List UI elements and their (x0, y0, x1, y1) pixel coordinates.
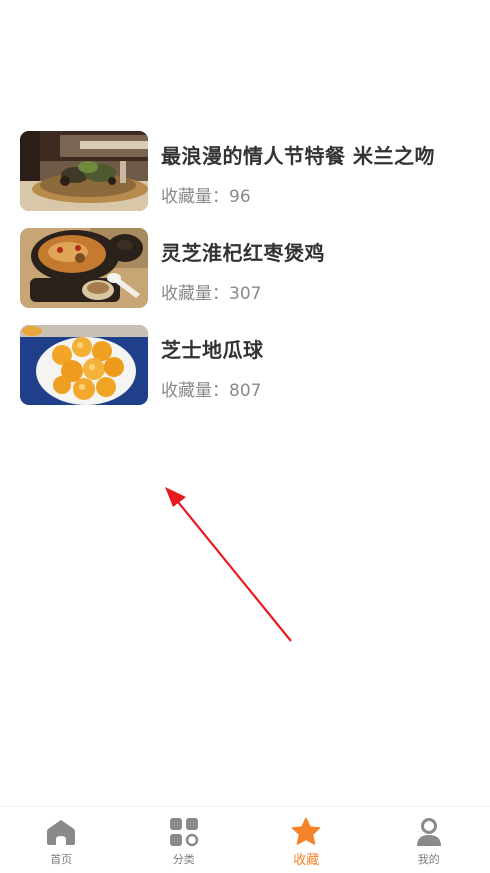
item-favorite-count: 收藏量：807 (161, 376, 261, 401)
dish-plate-image (20, 131, 148, 211)
item-title: 芝士地瓜球 (161, 334, 264, 363)
cheese-sweet-potato-balls-image (20, 325, 148, 405)
category-icon (169, 817, 199, 847)
count-label: 收藏量： (161, 381, 229, 401)
item-favorite-count: 收藏量：307 (161, 279, 261, 304)
soup-pot-image (20, 228, 148, 308)
list-item[interactable]: 最浪漫的情人节特餐 米兰之吻 收藏量：96 (0, 131, 490, 228)
tab-category[interactable]: 分类 (123, 807, 246, 873)
tab-home[interactable]: 首页 (0, 807, 123, 873)
tab-label: 分类 (123, 851, 246, 867)
list-item[interactable]: 灵芝淮杞红枣煲鸡 收藏量：307 (0, 228, 490, 325)
user-icon (414, 817, 444, 847)
star-icon (291, 817, 321, 847)
item-favorite-count: 收藏量：96 (161, 182, 251, 207)
tab-profile[interactable]: 我的 (368, 807, 490, 873)
item-title: 灵芝淮杞红枣煲鸡 (161, 237, 325, 266)
count-value: 307 (229, 284, 261, 304)
count-label: 收藏量： (161, 187, 229, 207)
count-value: 807 (229, 381, 261, 401)
tab-label: 首页 (0, 851, 123, 867)
tab-label: 我的 (368, 851, 490, 867)
tab-favorites[interactable]: 收藏 (245, 807, 368, 873)
count-value: 96 (229, 187, 251, 207)
tab-label: 收藏 (245, 849, 368, 868)
favorites-list: 最浪漫的情人节特餐 米兰之吻 收藏量：96 (0, 131, 490, 422)
count-label: 收藏量： (161, 284, 229, 304)
bottom-tab-bar: 首页 分类 收藏 我的 (0, 806, 490, 873)
home-icon (46, 817, 76, 847)
list-item[interactable]: 芝士地瓜球 收藏量：807 (0, 325, 490, 422)
item-title: 最浪漫的情人节特餐 米兰之吻 (161, 140, 435, 169)
